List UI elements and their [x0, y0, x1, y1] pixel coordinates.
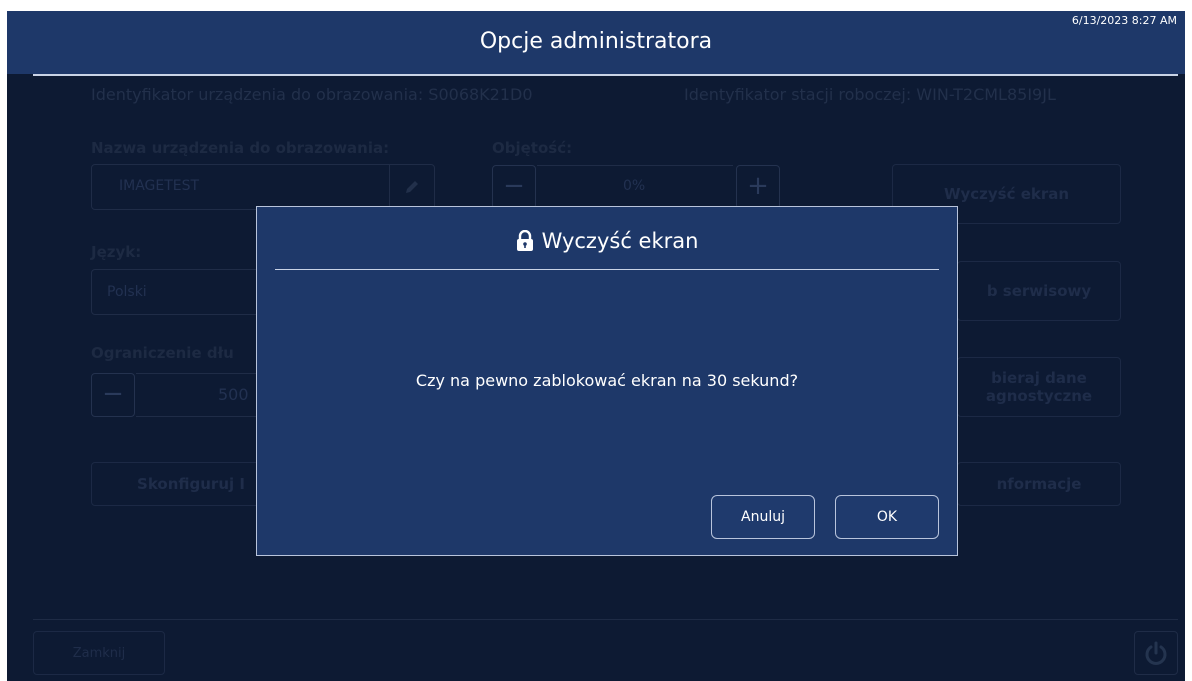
dialog-title-row: Wyczyść ekran	[257, 229, 957, 253]
diagnostics-button[interactable]: bieraj dane agnostyczne	[957, 357, 1121, 417]
pencil-icon	[406, 181, 418, 193]
clear-screen-dialog: Wyczyść ekran Czy na pewno zablokować ek…	[256, 206, 958, 556]
volume-decrease-button[interactable]: −	[492, 165, 536, 209]
footer-divider	[33, 619, 1178, 620]
lock-icon	[516, 230, 533, 251]
info-button[interactable]: nformacje	[957, 462, 1121, 506]
dialog-divider	[275, 269, 939, 270]
device-name-label: Nazwa urządzenia do obrazowania:	[91, 139, 390, 157]
language-label: Język:	[91, 243, 142, 261]
edit-name-button[interactable]	[389, 165, 434, 209]
limit-decrease-button[interactable]: −	[91, 373, 135, 417]
limit-value: 500	[218, 385, 249, 404]
workstation-id-label: Identyfikator stacji roboczej: WIN-T2CML…	[684, 85, 1056, 104]
dialog-message: Czy na pewno zablokować ekran na 30 seku…	[415, 371, 799, 390]
power-icon	[1145, 641, 1167, 665]
page-title: Opcje administratora	[479, 29, 713, 54]
language-value: Polski	[107, 284, 147, 300]
admin-screen: Opcje administratora 6/13/2023 8:27 AM I…	[7, 11, 1185, 681]
power-button[interactable]	[1134, 631, 1178, 675]
device-id-label: Identyfikator urządzenia do obrazowania:…	[91, 85, 533, 104]
ok-button[interactable]: OK	[835, 495, 939, 539]
dialog-title: Wyczyść ekran	[541, 229, 699, 253]
volume-value: 0%	[623, 178, 646, 194]
cancel-button[interactable]: Anuluj	[711, 495, 815, 539]
diagnostics-label-line1: bieraj dane	[991, 369, 1087, 387]
volume-label: Objętość:	[492, 139, 573, 157]
device-name-value: IMAGETEST	[119, 178, 200, 194]
volume-increase-button[interactable]: +	[736, 165, 780, 209]
close-button[interactable]: Zamknij	[33, 631, 165, 675]
diagnostics-label-line2: agnostyczne	[985, 387, 1093, 405]
datetime-label: 6/13/2023 8:27 AM	[1071, 14, 1177, 27]
service-mode-button[interactable]: b serwisowy	[957, 261, 1121, 321]
header-divider	[33, 74, 1178, 76]
header-bar: Opcje administratora 6/13/2023 8:27 AM	[7, 11, 1185, 74]
limit-label: Ograniczenie dłu	[91, 344, 234, 362]
